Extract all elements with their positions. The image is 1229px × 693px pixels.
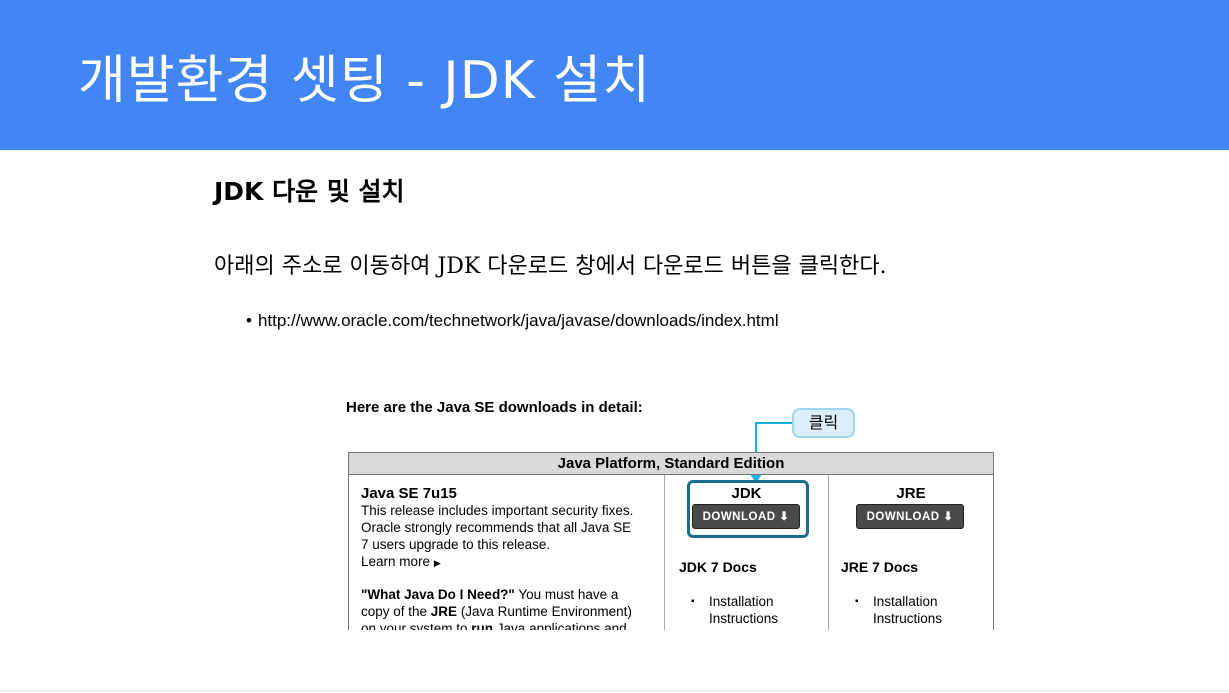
doc-item-label: Installation [873, 594, 938, 609]
release-title: Java SE 7u15 [361, 485, 457, 502]
bullet-dot: • [246, 311, 252, 330]
table-header: Java Platform, Standard Edition [349, 453, 993, 475]
bullet-url-item: • http://www.oracle.com/technetwork/java/… [246, 311, 779, 331]
release-text-line: This release includes important security… [361, 503, 634, 518]
what-java-line3-bold: run [471, 621, 494, 630]
body-text: 아래의 주소로 이동하여 JDK 다운로드 창에서 다운로드 버튼을 클릭한다. [214, 254, 887, 279]
click-callout: 클릭 [792, 408, 855, 438]
what-java-text: "What Java Do I Need?" You must have a c… [361, 586, 652, 630]
slide-header: 개발환경 셋팅 - JDK 설치 [0, 0, 1229, 150]
callout-connector [755, 422, 793, 424]
jre-docs-list: Installation Instructions [853, 593, 942, 627]
what-java-line3-post: Java applications and [493, 621, 627, 630]
slide-title: 개발환경 셋팅 - JDK 설치 [78, 51, 652, 111]
java-downloads-screenshot: Here are the Java SE downloads in detail… [346, 396, 994, 630]
downloads-heading: Here are the Java SE downloads in detail… [346, 399, 643, 416]
doc-item-label: Instructions [873, 611, 943, 626]
jdk-doc-installation-link[interactable]: Installation Instructions [689, 593, 778, 627]
what-java-link[interactable]: "What Java Do I Need?" [361, 587, 515, 602]
jdk-label: JDK [731, 485, 762, 502]
footer-divider [0, 690, 1229, 691]
what-java-line2-pre: copy of the [361, 604, 431, 619]
learn-more-label: Learn more [361, 554, 431, 569]
jdk-column: JDK DOWNLOAD ⬇ JDK 7 Docs InstallationIn… [665, 475, 829, 630]
jdk-download-button[interactable]: DOWNLOAD ⬇ [692, 504, 800, 529]
triangle-right-icon: ▶ [433, 558, 441, 568]
release-text-line: Oracle strongly recommends that all Java… [361, 520, 632, 535]
doc-item-label: Installation [709, 594, 774, 609]
what-java-line2-bold: JRE [430, 604, 458, 619]
what-java-line3-pre: on your system to [361, 621, 472, 630]
jre-column: JRE DOWNLOAD ⬇ JRE 7 Docs InstallationIn… [829, 475, 993, 630]
doc-item-label: Instructions [709, 611, 779, 626]
jre-docs-title[interactable]: JRE 7 Docs [841, 559, 918, 575]
java-platform-table: Java Platform, Standard Edition Java SE … [348, 452, 994, 630]
release-text-line: 7 users upgrade to this release. [361, 537, 551, 552]
jre-doc-installation-link[interactable]: Installation Instructions [853, 593, 942, 627]
jdk-docs-list: Installation Instructions [689, 593, 778, 627]
what-java-line2-post: (Java Runtime Environment) [457, 604, 632, 619]
oracle-download-link[interactable]: http://www.oracle.com/technetwork/java/j… [258, 311, 779, 330]
jre-download-button[interactable]: DOWNLOAD ⬇ [856, 504, 964, 529]
section-title: JDK 다운 및 설치 [214, 177, 405, 206]
learn-more-link[interactable]: Learn more ▶ [361, 553, 652, 572]
jdk-docs-title[interactable]: JDK 7 Docs [679, 559, 757, 575]
jre-label: JRE [896, 485, 926, 502]
what-java-rest: You must have a [514, 587, 619, 602]
release-info-column: Java SE 7u15 This release includes impor… [349, 475, 665, 630]
